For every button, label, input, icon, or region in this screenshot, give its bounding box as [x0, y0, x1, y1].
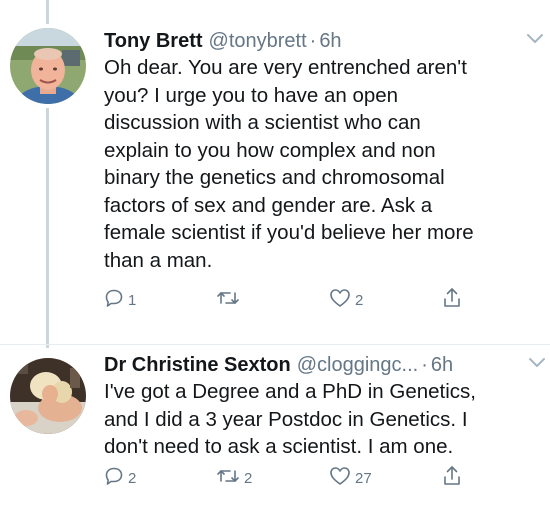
- thread-line-top: [46, 0, 49, 24]
- like-count: 27: [355, 469, 372, 487]
- timestamp[interactable]: 6h: [319, 28, 341, 54]
- retweet-icon: [216, 466, 240, 490]
- like-button[interactable]: 27: [329, 465, 372, 491]
- tweet-text: I've got a Degree and a PhD in Genetics,…: [104, 380, 476, 458]
- author-handle[interactable]: @tonybrett: [209, 28, 307, 54]
- separator-dot: ·: [309, 30, 317, 52]
- reply-count: 1: [128, 291, 137, 309]
- chevron-down-icon[interactable]: [528, 356, 546, 374]
- reply-icon: [104, 288, 124, 312]
- author-name[interactable]: Tony Brett: [104, 28, 203, 54]
- tweet-text: Oh dear. You are very entrenched aren't …: [104, 56, 474, 272]
- tweet-header: Dr Christine Sexton @cloggingc... · 6h: [104, 352, 536, 378]
- reply-button[interactable]: 2: [104, 465, 136, 491]
- share-icon: [442, 465, 462, 491]
- reply-count: 2: [128, 469, 137, 487]
- like-icon: [329, 466, 351, 490]
- retweet-button[interactable]: [216, 287, 244, 313]
- thread-line: [46, 108, 49, 348]
- retweet-button[interactable]: 2: [216, 465, 252, 491]
- share-icon: [442, 287, 462, 313]
- like-count: 2: [355, 291, 364, 309]
- author-handle[interactable]: @cloggingc...: [297, 352, 418, 378]
- separator-dot: ·: [421, 354, 428, 376]
- like-button[interactable]: 2: [329, 287, 363, 313]
- retweet-count: 2: [244, 469, 253, 487]
- reply-icon: [104, 466, 124, 490]
- tweet-header: Tony Brett @tonybrett · 6h: [104, 28, 536, 54]
- avatar[interactable]: [10, 28, 86, 104]
- share-button[interactable]: [442, 287, 462, 313]
- chevron-down-icon[interactable]: [526, 32, 544, 50]
- tweet-content: Tony Brett @tonybrett · 6h Oh dear. You …: [104, 28, 536, 274]
- retweet-icon: [216, 288, 240, 312]
- tweet-content: Dr Christine Sexton @cloggingc... · 6h I…: [104, 352, 536, 461]
- tweet-divider: [0, 344, 550, 345]
- timestamp[interactable]: 6h: [431, 352, 453, 378]
- reply-button[interactable]: 1: [104, 287, 136, 313]
- avatar[interactable]: [10, 358, 86, 434]
- like-icon: [329, 288, 351, 312]
- author-name[interactable]: Dr Christine Sexton: [104, 352, 291, 378]
- share-button[interactable]: [442, 465, 462, 491]
